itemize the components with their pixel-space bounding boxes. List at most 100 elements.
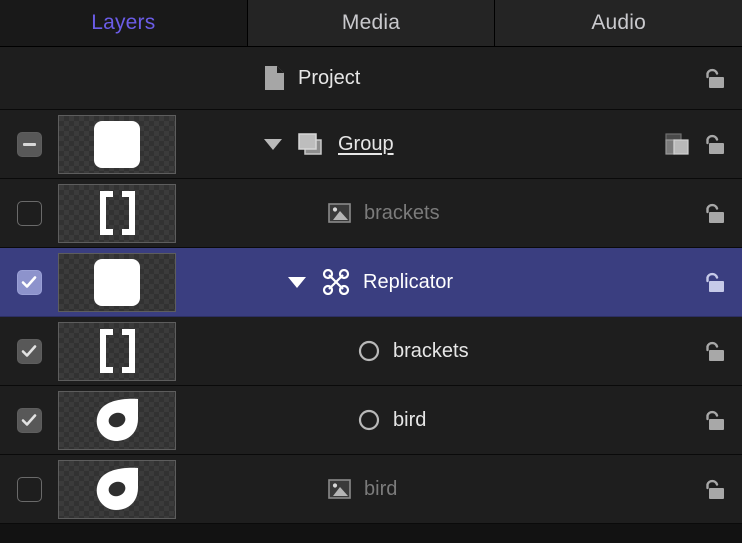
layer-name-cell: brackets [182, 317, 646, 385]
layer-thumbnail-cell [58, 321, 182, 381]
rounded-square-thumbnail-shape [94, 258, 140, 306]
unlock-icon[interactable] [699, 476, 725, 502]
enable-checkbox-cell [0, 200, 58, 226]
unlock-icon [706, 272, 724, 292]
layer-name-cell: brackets [182, 179, 646, 247]
layer-thumbnail-cell [58, 390, 182, 450]
layer-name-label: Replicator [363, 270, 454, 293]
layer-status-icons [646, 338, 742, 364]
tab-bar: Layers Media Audio [0, 0, 742, 47]
layer-name-label: brackets [364, 201, 440, 224]
replicator-icon [322, 269, 350, 295]
unlock-icon[interactable] [699, 200, 725, 226]
layer-status-icons [646, 200, 742, 226]
unlock-icon[interactable] [699, 65, 725, 91]
bird-thumbnail-shape [96, 398, 138, 441]
tab-media-label: Media [341, 11, 401, 34]
circle-shape-icon [358, 340, 380, 362]
layer-thumbnail [58, 252, 176, 312]
layer-row-replicator[interactable]: Replicator [0, 248, 742, 317]
document-icon [264, 65, 285, 91]
tab-layers[interactable]: Layers [0, 0, 248, 46]
layer-name-label: bird [393, 408, 427, 431]
circle-shape-icon [358, 340, 380, 362]
layer-name-cell: Project [182, 47, 646, 109]
image-icon [328, 479, 351, 499]
unlock-icon [706, 68, 724, 88]
layer-name-group: brackets [358, 340, 469, 363]
layer-thumbnail [58, 390, 176, 450]
layer-enable-checkbox[interactable] [16, 476, 42, 502]
layer-thumbnail [58, 183, 176, 243]
layer-row-bird[interactable]: bird [0, 386, 742, 455]
layer-row-brackets[interactable]: brackets [0, 317, 742, 386]
circle-shape-icon [358, 409, 380, 431]
layer-thumbnail-cell [58, 114, 182, 174]
layer-row-project[interactable]: Project [0, 47, 742, 110]
unlock-icon[interactable] [699, 269, 725, 295]
image-icon [328, 479, 351, 499]
rounded-square-thumbnail-shape [94, 120, 140, 168]
brackets-thumbnail-shape [99, 329, 135, 373]
layer-row-bird[interactable]: bird [0, 455, 742, 524]
layer-enable-checkbox[interactable] [16, 407, 42, 433]
layer-thumbnail [58, 321, 176, 381]
layer-name-label: bird [364, 477, 398, 500]
layer-name-group: Group [264, 132, 394, 156]
unlock-icon [706, 410, 724, 430]
tab-layers-label: Layers [91, 11, 156, 34]
image-icon [328, 203, 351, 223]
enable-checkbox-cell [0, 269, 58, 295]
document-icon [265, 66, 284, 90]
layer-name-group: bird [328, 478, 397, 501]
layer-name-cell: bird [182, 386, 646, 454]
enable-checkbox-cell [0, 131, 58, 157]
layer-enable-checkbox[interactable] [16, 131, 42, 157]
layer-name-group: Project [264, 65, 360, 91]
layer-row-brackets[interactable]: brackets [0, 179, 742, 248]
layer-name-label: Group [338, 132, 394, 155]
unlock-icon[interactable] [699, 131, 725, 157]
circle-shape-icon [358, 409, 380, 431]
disclosure-triangle-expanded-icon[interactable] [264, 138, 282, 150]
mask-icon[interactable] [665, 133, 689, 155]
layer-row-group[interactable]: Group [0, 110, 742, 179]
layer-thumbnail-cell [58, 459, 182, 519]
layer-enable-checkbox[interactable] [16, 200, 42, 226]
layer-name-label: brackets [393, 339, 469, 362]
disclosure-triangle-expanded-icon[interactable] [288, 276, 306, 288]
layer-name-group: bird [358, 409, 426, 432]
layer-name-group: Replicator [288, 269, 453, 295]
layer-status-icons [646, 131, 742, 157]
unlock-icon [706, 341, 724, 361]
group-icon [298, 132, 325, 156]
check-mark-icon [21, 414, 37, 426]
layer-enable-checkbox[interactable] [16, 338, 42, 364]
check-mark-icon [21, 345, 37, 357]
layer-name-label: Project [298, 66, 361, 89]
layer-thumbnail-cell [58, 252, 182, 312]
brackets-thumbnail-shape [99, 191, 135, 235]
layer-name-group: brackets [328, 202, 440, 225]
layer-name-cell: Replicator [182, 248, 646, 316]
enable-checkbox-cell [0, 476, 58, 502]
layer-thumbnail [58, 114, 176, 174]
unlock-icon [706, 203, 724, 223]
layer-enable-checkbox[interactable] [16, 269, 42, 295]
layer-thumbnail [58, 459, 176, 519]
group-icon [298, 133, 322, 155]
layer-status-icons [646, 65, 742, 91]
layer-status-icons [646, 476, 742, 502]
layer-status-icons [646, 269, 742, 295]
tab-audio-label: Audio [591, 11, 647, 34]
unlock-icon[interactable] [699, 338, 725, 364]
layer-name-cell: bird [182, 455, 646, 523]
layer-thumbnail-cell [58, 183, 182, 243]
replicator-icon [322, 269, 350, 295]
unlock-icon[interactable] [699, 407, 725, 433]
enable-checkbox-cell [0, 338, 58, 364]
layers-list[interactable]: Project Group brackets Replicator brackets bi… [0, 47, 742, 524]
unlock-icon [706, 134, 724, 154]
tab-audio[interactable]: Audio [495, 0, 742, 46]
tab-media[interactable]: Media [247, 0, 496, 46]
